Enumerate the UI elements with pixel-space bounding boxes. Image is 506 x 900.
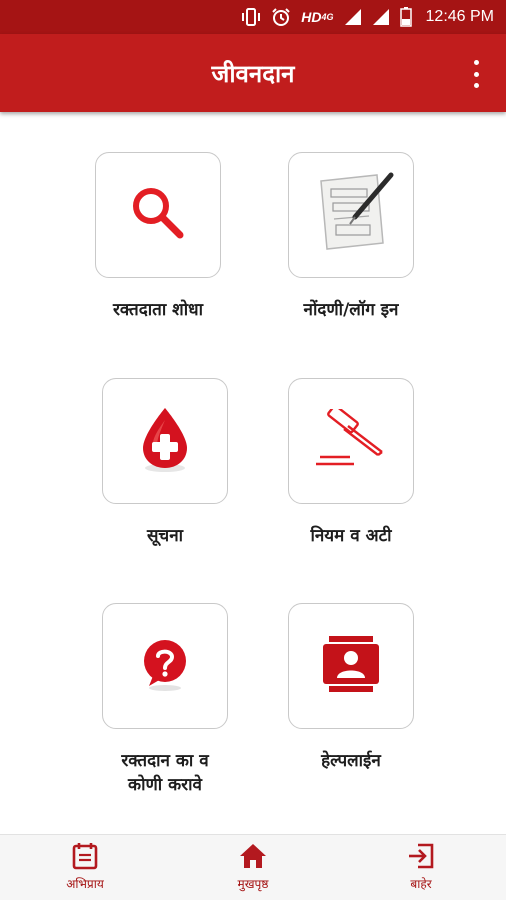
tile[interactable] (288, 603, 414, 729)
exit-icon (366, 841, 476, 871)
signal-icon-2 (372, 8, 390, 26)
nav-item-exit[interactable]: बाहेर (366, 841, 476, 892)
home-icon (198, 841, 308, 871)
registration-form-icon (307, 171, 395, 259)
vibrate-icon (241, 8, 261, 26)
app-bar: जीवनदान (0, 34, 506, 112)
app-title: जीवनदान (211, 59, 295, 88)
alarm-icon (271, 7, 291, 27)
nav-label: बाहेर (410, 877, 432, 891)
menu-item-label: नोंदणी/लॉग इन (303, 300, 399, 320)
menu-item-label: हेल्पलाईन (321, 751, 381, 771)
menu-item-terms[interactable]: नियम व अटी (251, 378, 451, 548)
network-type-label: HD 4G (301, 9, 334, 25)
menu-item-helpline[interactable]: हेल्पलाईन (251, 603, 451, 773)
search-icon (126, 181, 190, 249)
clock: 12:46 PM (425, 8, 494, 25)
nav-item-feedback[interactable]: अभिप्राय (30, 841, 140, 892)
menu-item-label: नियम व अटी (310, 526, 392, 546)
tile[interactable] (102, 378, 228, 504)
menu-item-label: रक्तदाता शोधा (112, 300, 204, 320)
tile[interactable] (95, 152, 221, 278)
menu-item-information[interactable]: सूचना (65, 378, 265, 548)
menu-item-donor-search[interactable]: रक्तदाता शोधा (58, 152, 258, 322)
contact-card-icon (321, 634, 381, 698)
menu-item-label: रक्तदान का व कोणी करावे (121, 751, 209, 795)
nav-label: मुखपृष्ठ (237, 877, 269, 891)
blood-drop-icon (135, 404, 195, 478)
menu-item-register-login[interactable]: नोंदणी/लॉग इन (251, 152, 451, 322)
question-bubble-icon (137, 636, 193, 696)
more-vert-icon[interactable] (464, 60, 488, 88)
feedback-icon (30, 841, 140, 871)
gavel-icon (314, 404, 388, 473)
status-bar: HD 4G 12:46 PM (0, 0, 506, 34)
tile[interactable] (288, 378, 414, 504)
nav-item-home[interactable]: मुखपृष्ठ (198, 841, 308, 892)
battery-icon (399, 7, 412, 27)
tile[interactable] (102, 603, 228, 729)
signal-icon (344, 8, 362, 26)
nav-label: अभिप्राय (66, 877, 104, 891)
bottom-navigation: अभिप्राय मुखपृष्ठ बाहेर (0, 834, 506, 900)
menu-item-why-donate[interactable]: रक्तदान का व कोणी करावे (65, 603, 265, 797)
tile[interactable] (288, 152, 414, 278)
menu-item-label: सूचना (146, 526, 184, 546)
